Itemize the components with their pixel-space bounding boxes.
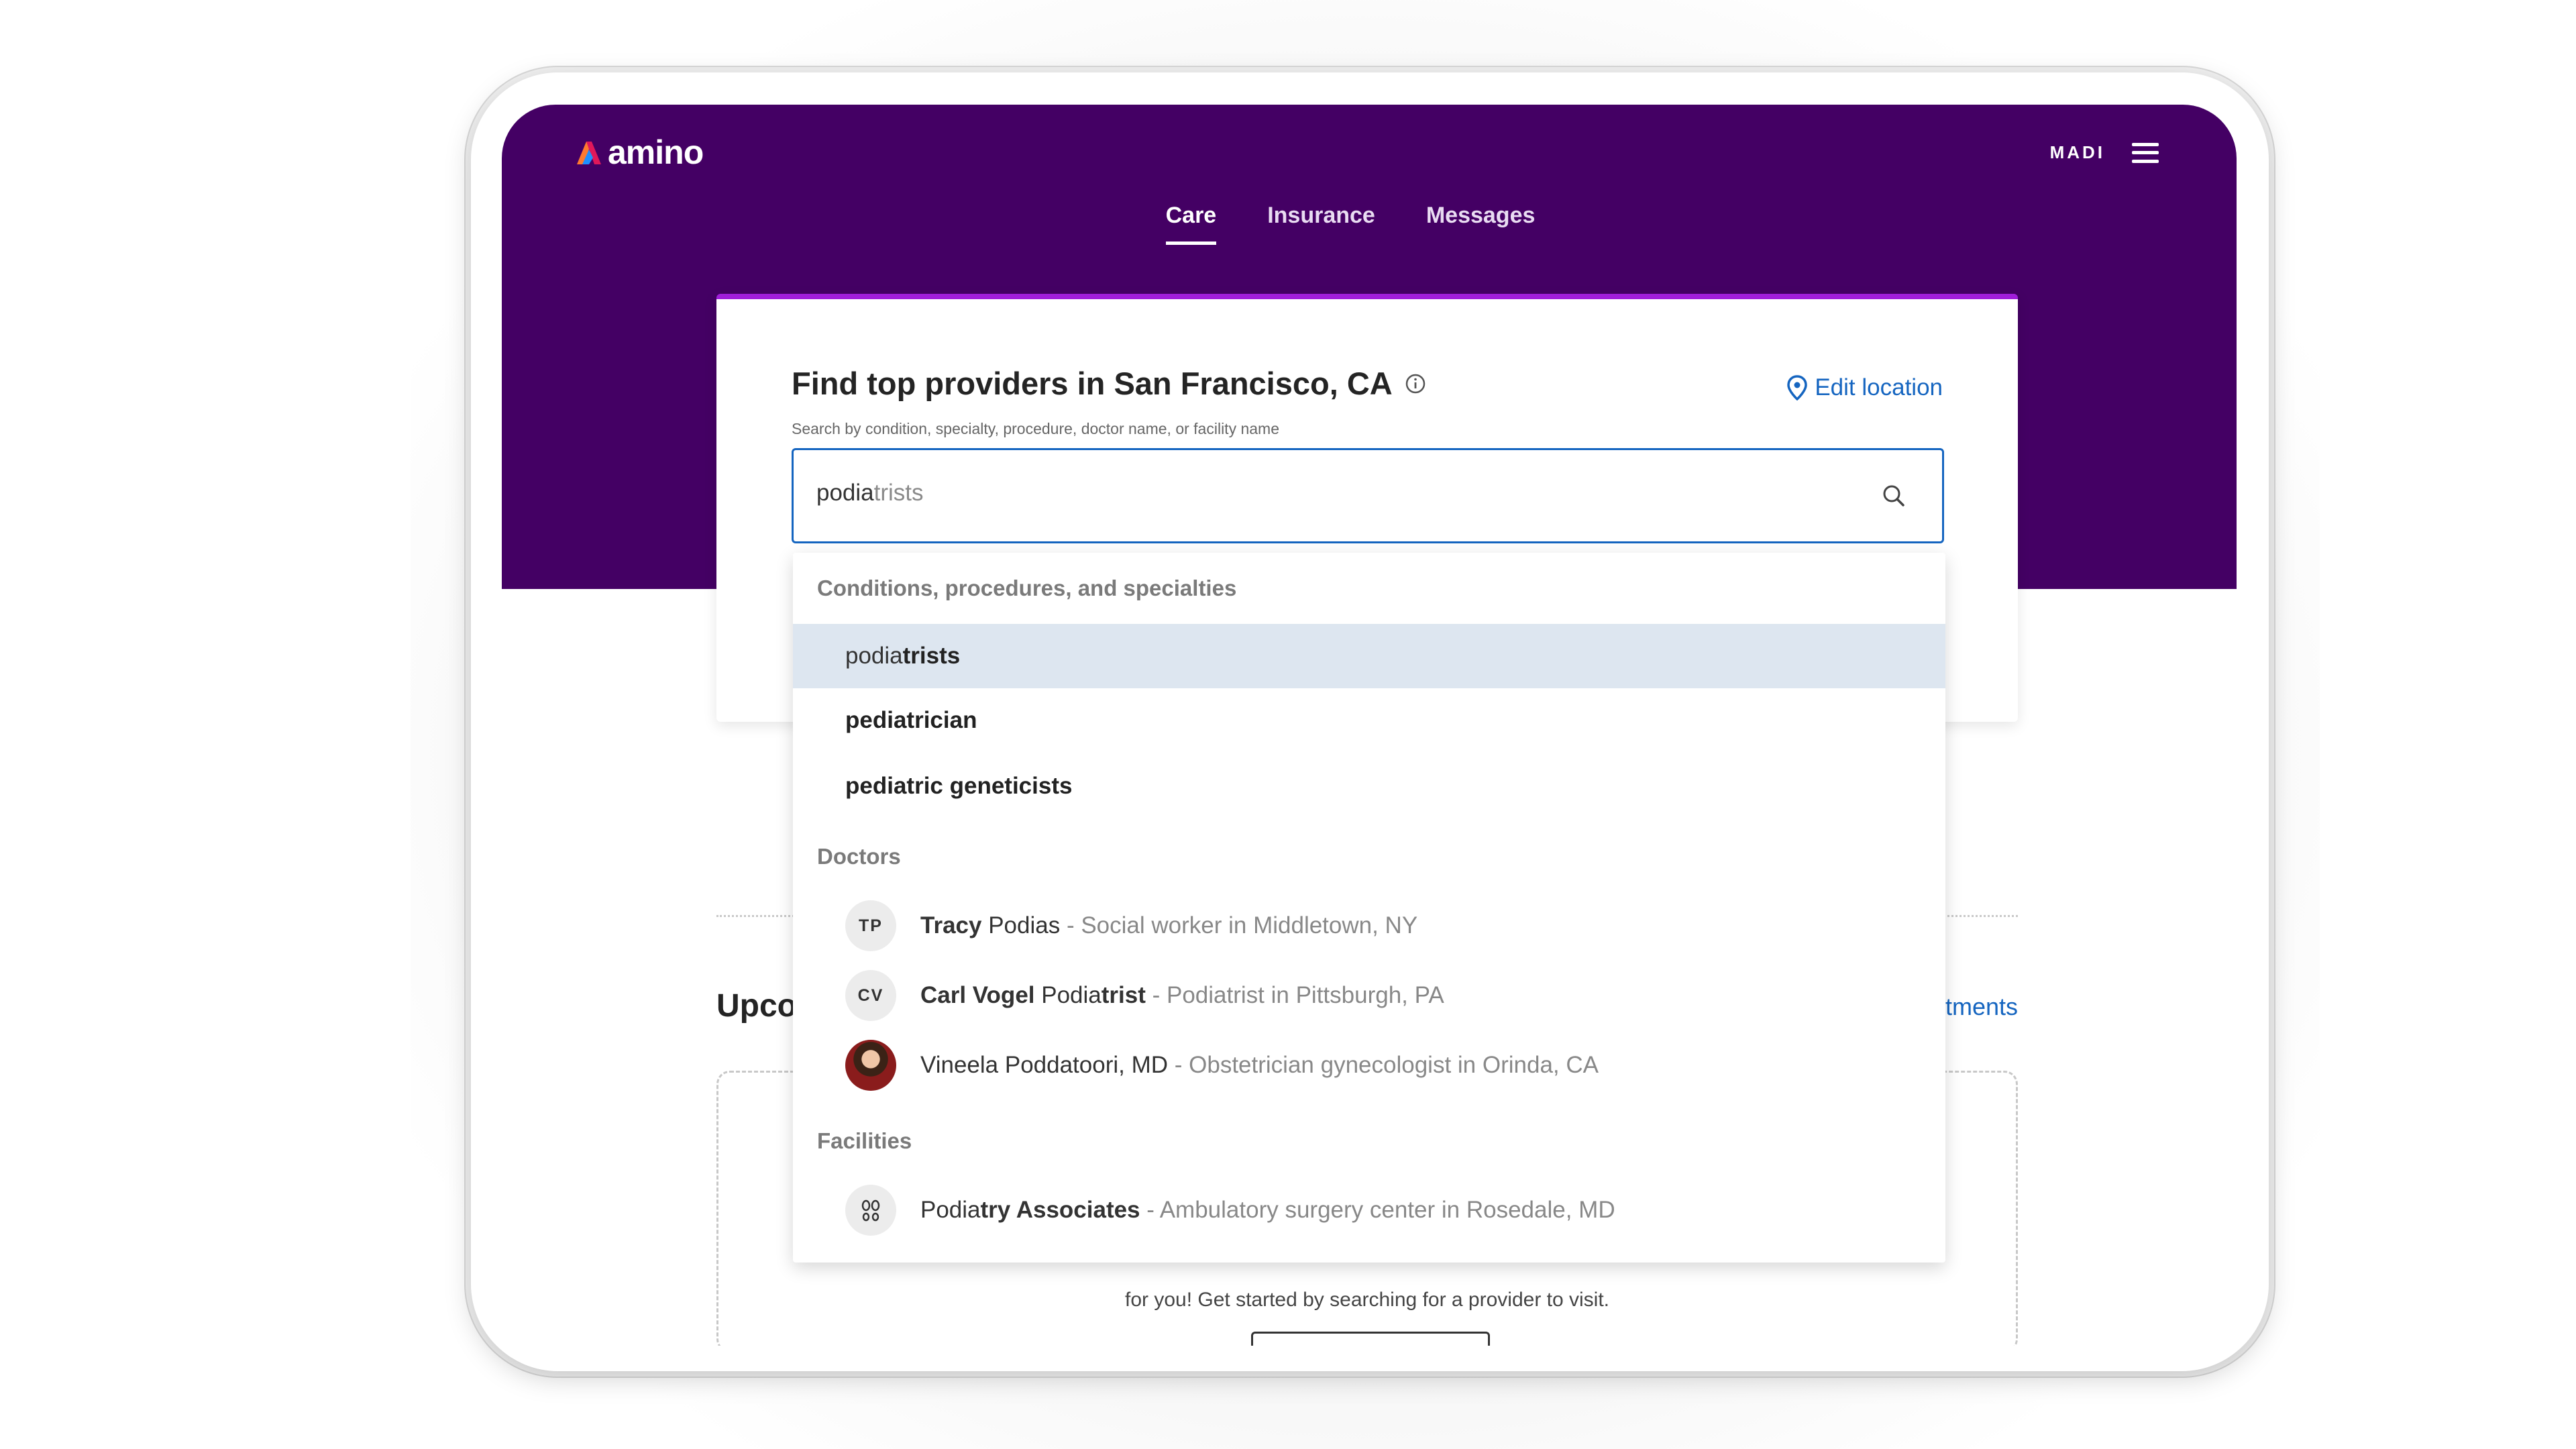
doctor-name: Tracy Podias - Social worker in Middleto… xyxy=(920,912,1417,939)
amino-logo[interactable]: amino xyxy=(574,133,704,172)
search-provider-button[interactable]: Search for a provider xyxy=(1251,1332,1490,1346)
doctors-heading: Doctors xyxy=(817,844,901,869)
location-pin-icon xyxy=(1787,375,1808,400)
doctor-description: - Social worker in Middletown, NY xyxy=(1060,912,1418,938)
logo-text: amino xyxy=(608,133,704,171)
user-menu: MADI xyxy=(2050,142,2159,163)
name-rest: Vineela Poddatoori, MD xyxy=(920,1052,1169,1078)
hamburger-menu-icon[interactable] xyxy=(2132,142,2159,163)
autocomplete-suggestion: trists xyxy=(873,480,924,506)
amino-logo-icon xyxy=(577,142,601,164)
name-match: Tracy xyxy=(920,912,982,938)
search-input[interactable]: podiatrists xyxy=(792,448,1944,543)
search-hint: Search by condition, specialty, procedur… xyxy=(792,420,1279,437)
facility-icon xyxy=(845,1185,896,1236)
facilities-heading: Facilities xyxy=(817,1128,912,1153)
suggestion-podiatrists[interactable]: podia trists xyxy=(793,624,1945,688)
empty-message: for you! Get started by searching for a … xyxy=(1125,1289,1609,1311)
name-match: try Associates xyxy=(980,1197,1140,1223)
avatar: TP xyxy=(845,900,896,951)
page-title: Find top providers in San Francisco, CA xyxy=(792,366,1393,401)
name-match: Carl Vogel xyxy=(920,982,1035,1008)
search-suggestions-dropdown: Conditions, procedures, and specialties … xyxy=(793,553,1945,1263)
name-rest: Podia xyxy=(1034,982,1102,1008)
doctor-result-vineela-poddatoori[interactable]: Vineela Poddatoori, MD - Obstetrician gy… xyxy=(793,1033,1945,1097)
footprints-icon xyxy=(861,1199,880,1222)
doctor-result-tracy-podias[interactable]: TP Tracy Podias - Social worker in Middl… xyxy=(793,894,1945,958)
doctor-name: Carl Vogel Podiatrist - Podiatrist in Pi… xyxy=(920,982,1444,1009)
suggestion-match: pediatric geneticists xyxy=(845,773,1073,799)
search-icon[interactable] xyxy=(1880,482,1907,509)
suggestion-pediatrician[interactable]: pediatrician xyxy=(793,688,1945,753)
main-tabs: Care Insurance Messages xyxy=(502,203,2237,245)
name-rest: Podias xyxy=(981,912,1061,938)
tab-care[interactable]: Care xyxy=(1165,203,1216,245)
facility-result-podiatry-associates[interactable]: Podiatry Associates - Ambulatory surgery… xyxy=(793,1178,1945,1242)
suggestion-pediatric-geneticists[interactable]: pediatric geneticists xyxy=(793,754,1945,818)
info-icon[interactable] xyxy=(1405,373,1426,394)
upcoming-title: Upco xyxy=(716,988,797,1024)
suggestion-prefix: podia xyxy=(845,643,903,669)
edit-location-label: Edit location xyxy=(1815,374,1943,400)
appointments-link[interactable]: tments xyxy=(1945,993,2018,1021)
edit-location-link[interactable]: Edit location xyxy=(1786,374,1943,401)
search-input-value: podiatrists xyxy=(816,480,924,506)
name-rest: Podia xyxy=(920,1197,981,1223)
facility-name: Podiatry Associates - Ambulatory surgery… xyxy=(920,1197,1615,1224)
facility-description: - Ambulatory surgery center in Rosedale,… xyxy=(1140,1197,1615,1223)
tab-insurance[interactable]: Insurance xyxy=(1267,203,1375,245)
suggestion-match: pediatrician xyxy=(845,707,977,733)
app-screen: amino MADI Care Insurance Messages Upco … xyxy=(502,105,2237,1346)
avatar: CV xyxy=(845,970,896,1021)
doctor-photo-avatar xyxy=(845,1040,896,1091)
doctor-description: - Obstetrician gynecologist in Orinda, C… xyxy=(1168,1052,1599,1078)
doctor-result-carl-vogel[interactable]: CV Carl Vogel Podiatrist - Podiatrist in… xyxy=(793,963,1945,1028)
suggestion-match: trists xyxy=(902,643,961,669)
conditions-heading: Conditions, procedures, and specialties xyxy=(817,576,1237,600)
tab-messages[interactable]: Messages xyxy=(1426,203,1536,245)
name-match-suffix: trist xyxy=(1101,982,1146,1008)
doctor-description: - Podiatrist in Pittsburgh, PA xyxy=(1145,982,1444,1008)
typed-query: podia xyxy=(816,480,874,506)
doctor-name: Vineela Poddatoori, MD - Obstetrician gy… xyxy=(920,1052,1599,1079)
user-name[interactable]: MADI xyxy=(2050,142,2105,163)
search-card-title: Find top providers in San Francisco, CA xyxy=(792,365,1426,402)
